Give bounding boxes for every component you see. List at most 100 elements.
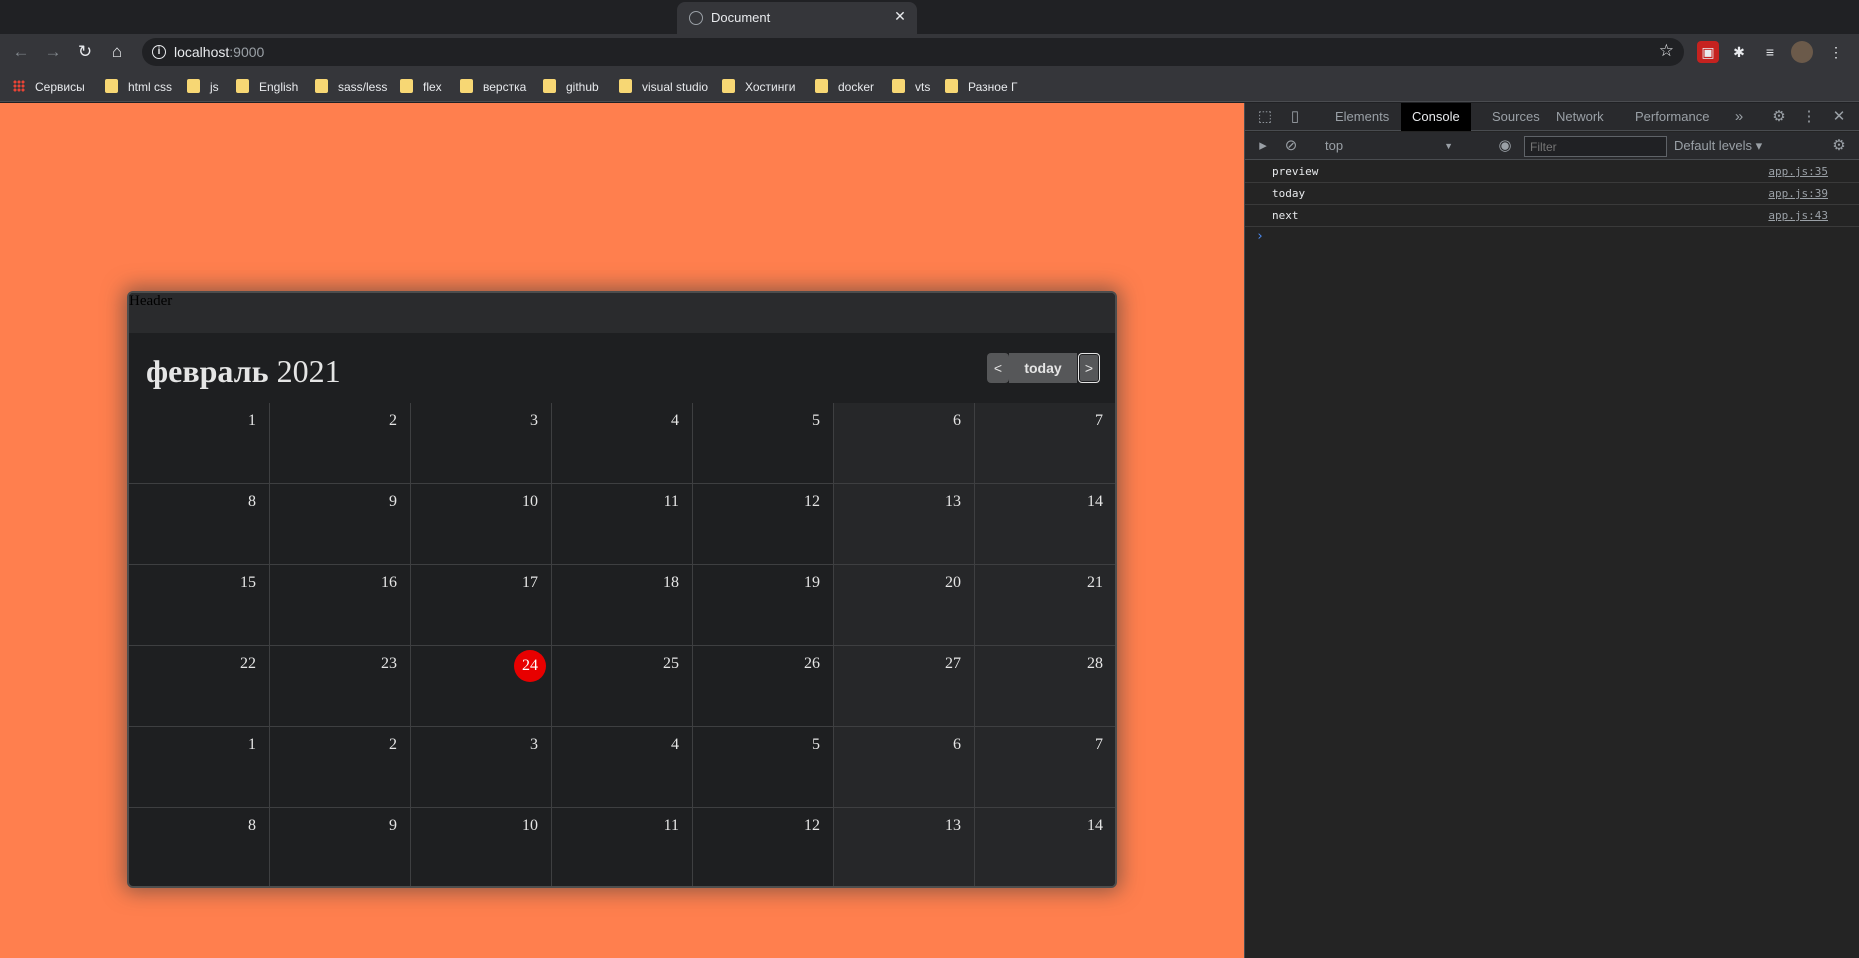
device-toolbar-icon[interactable]: ▯ — [1285, 107, 1305, 127]
calendar-day-cell[interactable]: 20 — [834, 565, 975, 646]
close-devtools-icon[interactable]: ✕ — [1829, 107, 1849, 127]
bookmark-item[interactable]: docker — [815, 78, 874, 96]
tab-document[interactable]: Document ✕ — [677, 2, 917, 34]
more-tabs-icon[interactable]: » — [1729, 107, 1749, 127]
calendar-day-cell[interactable]: 15 — [129, 565, 270, 646]
address-bar[interactable]: i localhost:9000 ☆ — [142, 38, 1684, 66]
log-levels-dropdown[interactable]: Default levels ▾ — [1674, 135, 1762, 157]
calendar-day-cell[interactable]: 28 — [975, 646, 1115, 727]
clear-console-icon[interactable]: ⊘ — [1281, 136, 1301, 156]
calendar-day-cell[interactable]: 16 — [270, 565, 411, 646]
log-source-link[interactable]: app.js:43 — [1768, 205, 1828, 226]
calendar-day-cell[interactable]: 13 — [834, 808, 975, 886]
calendar-day-cell[interactable]: 8 — [129, 808, 270, 886]
avatar[interactable] — [1791, 41, 1813, 63]
calendar-day-cell[interactable]: 1 — [129, 727, 270, 808]
bookmark-item[interactable]: vts — [892, 78, 930, 96]
log-source-link[interactable]: app.js:35 — [1768, 161, 1828, 182]
calendar-day-cell[interactable]: 11 — [552, 484, 693, 565]
calendar-day-cell[interactable]: 27 — [834, 646, 975, 727]
today-button[interactable]: today — [1009, 353, 1077, 383]
folder-icon — [892, 79, 905, 93]
calendar-day-cell[interactable]: 19 — [693, 565, 834, 646]
sidebar-toggle-icon[interactable]: ▸ — [1253, 136, 1273, 156]
reload-button[interactable]: ↻ — [73, 40, 97, 64]
devtools-menu-icon[interactable]: ⋮ — [1799, 107, 1819, 127]
console-settings-gear-icon[interactable]: ⚙ — [1829, 136, 1849, 156]
calendar-day-cell[interactable]: 18 — [552, 565, 693, 646]
bookmark-item[interactable]: github — [543, 78, 599, 96]
calendar-day-cell[interactable]: 14 — [975, 484, 1115, 565]
extension-icon[interactable]: ▣ — [1697, 41, 1719, 63]
calendar-day-cell[interactable]: 21 — [975, 565, 1115, 646]
home-button[interactable]: ⌂ — [105, 40, 129, 64]
bookmark-item[interactable]: flex — [400, 78, 442, 96]
calendar-day-cell[interactable]: 5 — [693, 403, 834, 484]
calendar-day-cell[interactable]: 2 — [270, 403, 411, 484]
calendar-day-cell[interactable]: 12 — [693, 808, 834, 886]
tab-elements[interactable]: Elements — [1324, 103, 1400, 131]
bookmark-star-icon[interactable]: ☆ — [1659, 41, 1674, 61]
bookmark-item[interactable]: верстка — [460, 78, 526, 96]
calendar-day-cell[interactable]: 22 — [129, 646, 270, 727]
tab-strip: Document ✕ — [0, 0, 1859, 34]
calendar-day-cell[interactable]: 24 — [411, 646, 552, 727]
tab-console[interactable]: Console — [1401, 103, 1471, 131]
calendar-day-cell[interactable]: 4 — [552, 727, 693, 808]
bookmark-item[interactable]: js — [187, 78, 219, 96]
calendar-day-cell[interactable]: 7 — [975, 403, 1115, 484]
calendar-day-cell[interactable]: 7 — [975, 727, 1115, 808]
console-log: preview app.js:35 today app.js:39 next app.js… — [1245, 161, 1859, 227]
calendar-day-cell[interactable]: 6 — [834, 727, 975, 808]
media-queue-icon[interactable]: ≡ — [1759, 41, 1781, 63]
inspect-element-icon[interactable]: ⬚ — [1255, 107, 1275, 127]
calendar-day-cell[interactable]: 9 — [270, 484, 411, 565]
calendar-day-cell[interactable]: 17 — [411, 565, 552, 646]
tab-sources[interactable]: Sources — [1481, 103, 1551, 131]
calendar-day-cell[interactable]: 26 — [693, 646, 834, 727]
day-number: 11 — [663, 817, 679, 834]
calendar-day-cell[interactable]: 23 — [270, 646, 411, 727]
settings-gear-icon[interactable]: ⚙ — [1769, 107, 1789, 127]
bookmark-item[interactable]: html css — [105, 78, 172, 96]
tab-performance[interactable]: Performance — [1624, 103, 1720, 131]
calendar-day-cell[interactable]: 4 — [552, 403, 693, 484]
forward-button[interactable]: → — [41, 40, 65, 64]
calendar-day-cell[interactable]: 12 — [693, 484, 834, 565]
calendar-day-cell[interactable]: 3 — [411, 727, 552, 808]
calendar-day-cell[interactable]: 9 — [270, 808, 411, 886]
log-source-link[interactable]: app.js:39 — [1768, 183, 1828, 204]
calendar-day-cell[interactable]: 14 — [975, 808, 1115, 886]
puzzle-icon[interactable]: ✱ — [1728, 41, 1750, 63]
bookmark-item[interactable]: English — [236, 78, 298, 96]
calendar-day-cell[interactable]: 13 — [834, 484, 975, 565]
prev-month-button[interactable]: < — [987, 353, 1009, 383]
context-select[interactable]: top ▼ — [1319, 135, 1459, 157]
back-button[interactable]: ← — [9, 40, 33, 64]
calendar-day-cell[interactable]: 5 — [693, 727, 834, 808]
filter-input[interactable] — [1524, 136, 1667, 157]
close-tab-icon[interactable]: ✕ — [891, 7, 909, 25]
eye-icon[interactable]: ◉ — [1495, 136, 1515, 156]
calendar-day-cell[interactable]: 8 — [129, 484, 270, 565]
kebab-menu-icon[interactable]: ⋮ — [1825, 41, 1847, 63]
calendar-day-cell[interactable]: 6 — [834, 403, 975, 484]
calendar-day-cell[interactable]: 10 — [411, 808, 552, 886]
bookmark-item[interactable]: Разное Г — [945, 78, 1017, 96]
day-number: 14 — [1087, 493, 1103, 510]
bookmark-item[interactable]: visual studio — [619, 78, 708, 96]
day-number: 19 — [804, 574, 820, 591]
bookmark-item[interactable]: Сервисы — [13, 78, 85, 96]
calendar-day-cell[interactable]: 1 — [129, 403, 270, 484]
calendar-day-cell[interactable]: 2 — [270, 727, 411, 808]
tab-network[interactable]: Network — [1545, 103, 1615, 131]
next-month-button[interactable]: > — [1078, 353, 1100, 383]
calendar-day-cell[interactable]: 3 — [411, 403, 552, 484]
calendar-day-cell[interactable]: 25 — [552, 646, 693, 727]
calendar-day-cell[interactable]: 10 — [411, 484, 552, 565]
console-prompt[interactable]: › — [1256, 229, 1264, 244]
calendar-day-cell[interactable]: 11 — [552, 808, 693, 886]
bookmark-item[interactable]: sass/less — [315, 78, 387, 96]
info-icon[interactable]: i — [152, 45, 166, 59]
bookmark-item[interactable]: Хостинги — [722, 78, 795, 96]
